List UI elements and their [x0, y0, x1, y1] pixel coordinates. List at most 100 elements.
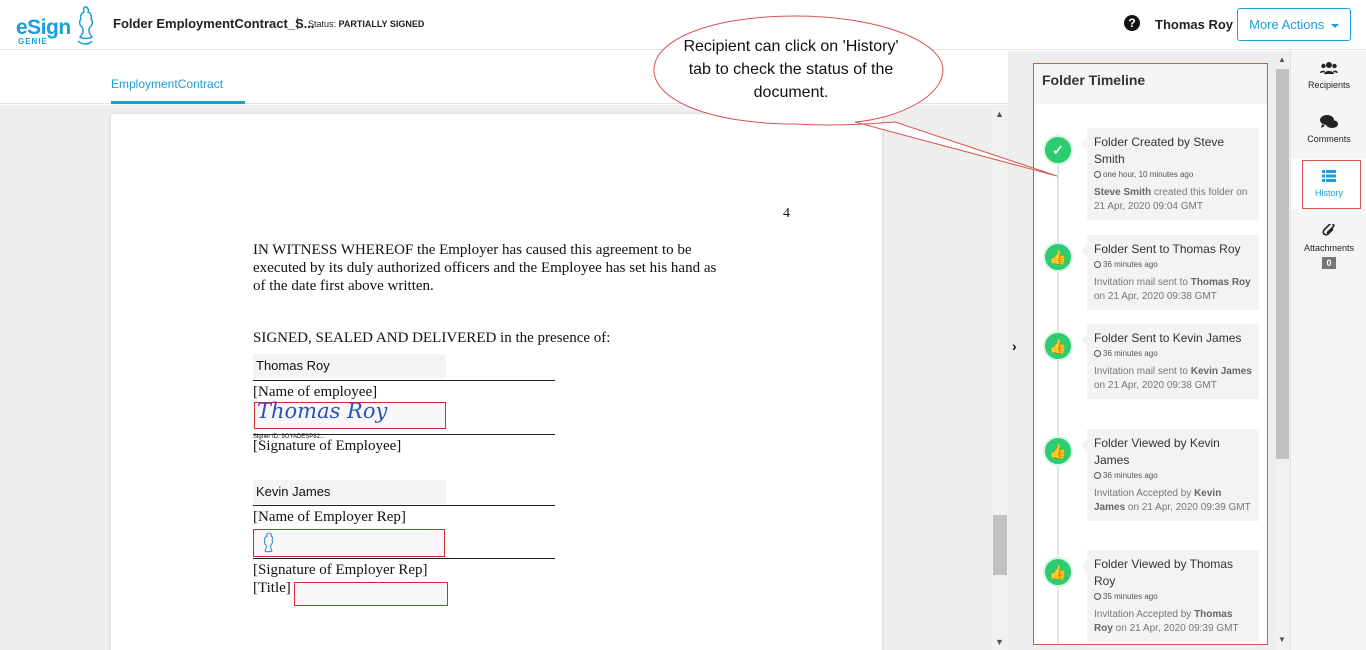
- rail-item-attachments[interactable]: Attachments 0: [1291, 222, 1366, 271]
- timeline-item-title: Folder Sent to Kevin James: [1094, 331, 1242, 345]
- attachments-count-badge: 0: [1322, 257, 1336, 269]
- folder-timeline: Folder Timeline ✓ Folder Created by Stev…: [1033, 63, 1268, 645]
- employer-signature-field[interactable]: [253, 529, 445, 557]
- signed-sealed-text: SIGNED, SEALED AND DELIVERED in the pres…: [253, 330, 611, 346]
- detail-pre: Invitation Accepted by: [1094, 488, 1195, 499]
- tab-employment-contract[interactable]: EmploymentContract: [111, 77, 223, 91]
- timeline-item-detail: Invitation mail sent to Kevin James on 2…: [1094, 365, 1253, 393]
- rail-label: Recipients: [1307, 80, 1351, 90]
- detail-pre: Invitation mail sent to: [1094, 277, 1191, 288]
- detail-text: on 21 Apr, 2020 09:39 GMT: [1125, 502, 1251, 513]
- logo-subtext: GENIE: [18, 37, 48, 46]
- title-field[interactable]: [294, 582, 448, 606]
- detail-pre: Invitation mail sent to: [1094, 366, 1191, 377]
- title-label: [Title]: [253, 580, 291, 596]
- timeline-scrollbar[interactable]: ▲ ▼: [1275, 55, 1290, 650]
- scroll-down-icon[interactable]: ▼: [995, 637, 1004, 647]
- document-viewer[interactable]: 4 IN WITNESS WHEREOF the Employer has ca…: [0, 105, 992, 650]
- timeline-item-title: Folder Viewed by Thomas Roy: [1094, 557, 1233, 588]
- thumbs-up-icon: 👍: [1043, 436, 1073, 466]
- clock-icon: [1094, 350, 1101, 357]
- thumbs-up-icon: 👍: [1043, 242, 1073, 272]
- employee-signature: Thomas Roy: [257, 399, 388, 423]
- scrollbar-thumb[interactable]: [993, 515, 1007, 575]
- users-icon: [1291, 61, 1366, 79]
- employer-name-label: [Name of Employer Rep]: [253, 509, 406, 525]
- time-text: 36 minutes ago: [1103, 349, 1158, 358]
- timeline-item-time: 36 minutes ago: [1094, 349, 1253, 358]
- timeline-card: Folder Viewed by Thomas Roy 35 minutes a…: [1081, 550, 1259, 642]
- detail-name: Steve Smith: [1094, 187, 1152, 198]
- time-text: 36 minutes ago: [1103, 471, 1158, 480]
- folder-status: Status: PARTIALLY SIGNED: [308, 19, 424, 29]
- comments-icon: [1291, 115, 1366, 133]
- rail-item-recipients[interactable]: Recipients: [1291, 61, 1366, 90]
- timeline-item-detail: Invitation Accepted by Thomas Roy on 21 …: [1094, 608, 1253, 636]
- employee-name-field[interactable]: Thomas Roy: [253, 354, 446, 378]
- history-highlight: [1302, 160, 1361, 209]
- clock-icon: [1094, 171, 1101, 178]
- scroll-up-icon[interactable]: ▲: [995, 109, 1004, 119]
- timeline-item-title: Folder Viewed by Kevin James: [1094, 436, 1220, 467]
- status-value: PARTIALLY SIGNED: [338, 19, 425, 29]
- more-actions-label: More Actions: [1249, 17, 1325, 32]
- timeline-item-detail: Invitation mail sent to Thomas Roy on 21…: [1094, 276, 1253, 304]
- timeline-card: Folder Sent to Kevin James 36 minutes ag…: [1081, 324, 1259, 399]
- title-separator: |: [296, 15, 300, 30]
- divider-line: [253, 558, 555, 559]
- detail-text: on 21 Apr, 2020 09:39 GMT: [1112, 623, 1239, 634]
- panel-collapse-strip: ›: [1008, 51, 1026, 650]
- status-label: Status:: [308, 19, 337, 29]
- time-text: 35 minutes ago: [1103, 592, 1158, 601]
- timeline-item-title: Folder Sent to Thomas Roy: [1094, 242, 1241, 256]
- employee-signature-label: [Signature of Employee]: [253, 438, 402, 454]
- page-number: 4: [783, 206, 790, 221]
- timeline-item-title: Folder Created by Steve Smith: [1094, 135, 1225, 166]
- rail-item-comments[interactable]: Comments: [1291, 115, 1366, 144]
- document-page: 4 IN WITNESS WHEREOF the Employer has ca…: [111, 114, 882, 650]
- timeline-card: Folder Created by Steve Smith one hour, …: [1081, 128, 1259, 220]
- genie-mascot-icon: [77, 6, 94, 45]
- detail-name: Kevin James: [1190, 366, 1252, 377]
- timeline-item-time: one hour, 10 minutes ago: [1094, 170, 1253, 179]
- clock-icon: [1094, 261, 1101, 268]
- rail-label: Comments: [1307, 134, 1351, 144]
- employer-name-field[interactable]: Kevin James: [253, 480, 446, 504]
- paperclip-icon: [1291, 222, 1366, 242]
- timeline-item-time: 35 minutes ago: [1094, 592, 1253, 601]
- active-tab-indicator: [111, 101, 245, 104]
- witness-paragraph: IN WITNESS WHEREOF the Employer has caus…: [253, 242, 717, 294]
- divider-line: [253, 380, 555, 381]
- caret-down-icon: [1330, 23, 1339, 28]
- scroll-down-icon[interactable]: ▼: [1278, 635, 1286, 644]
- rail-label: Attachments: [1303, 243, 1355, 253]
- viewer-scrollbar[interactable]: ▲ ▼: [992, 105, 1008, 650]
- timeline-header: Folder Timeline: [1034, 64, 1267, 104]
- callout-text: Recipient can click on 'History' tab to …: [683, 38, 899, 101]
- more-actions-button[interactable]: More Actions: [1237, 8, 1351, 41]
- thumbs-up-icon: 👍: [1043, 557, 1073, 587]
- detail-name: Thomas Roy: [1190, 277, 1251, 288]
- timeline-item-time: 36 minutes ago: [1094, 471, 1253, 480]
- question-circle-icon[interactable]: ?: [1124, 15, 1140, 31]
- genie-signature-icon: [263, 532, 274, 553]
- thumbs-up-icon: 👍: [1043, 331, 1073, 361]
- chevron-right-icon[interactable]: ›: [1012, 338, 1017, 354]
- timeline-card: Folder Viewed by Kevin James 36 minutes …: [1081, 429, 1259, 521]
- scrollbar-thumb[interactable]: [1276, 69, 1289, 459]
- right-rail: Recipients Comments History Attachments …: [1290, 51, 1366, 650]
- timeline-item-detail: Steve Smith created this folder on 21 Ap…: [1094, 186, 1253, 214]
- timeline-card: Folder Sent to Thomas Roy 36 minutes ago…: [1081, 235, 1259, 310]
- divider-line: [253, 505, 555, 506]
- clock-icon: [1094, 593, 1101, 600]
- esign-genie-logo[interactable]: eSign GENIE: [16, 4, 98, 48]
- timeline-panel: Folder Timeline ✓ Folder Created by Stev…: [1026, 51, 1290, 650]
- scroll-up-icon[interactable]: ▲: [1278, 55, 1286, 64]
- timeline-item-detail: Invitation Accepted by Kevin James on 21…: [1094, 487, 1253, 515]
- clock-icon: [1094, 472, 1101, 479]
- time-text: 36 minutes ago: [1103, 260, 1158, 269]
- check-icon: ✓: [1043, 135, 1073, 165]
- divider-line: [253, 434, 555, 435]
- timeline-title: Folder Timeline: [1042, 72, 1146, 88]
- user-name[interactable]: Thomas Roy: [1155, 17, 1233, 32]
